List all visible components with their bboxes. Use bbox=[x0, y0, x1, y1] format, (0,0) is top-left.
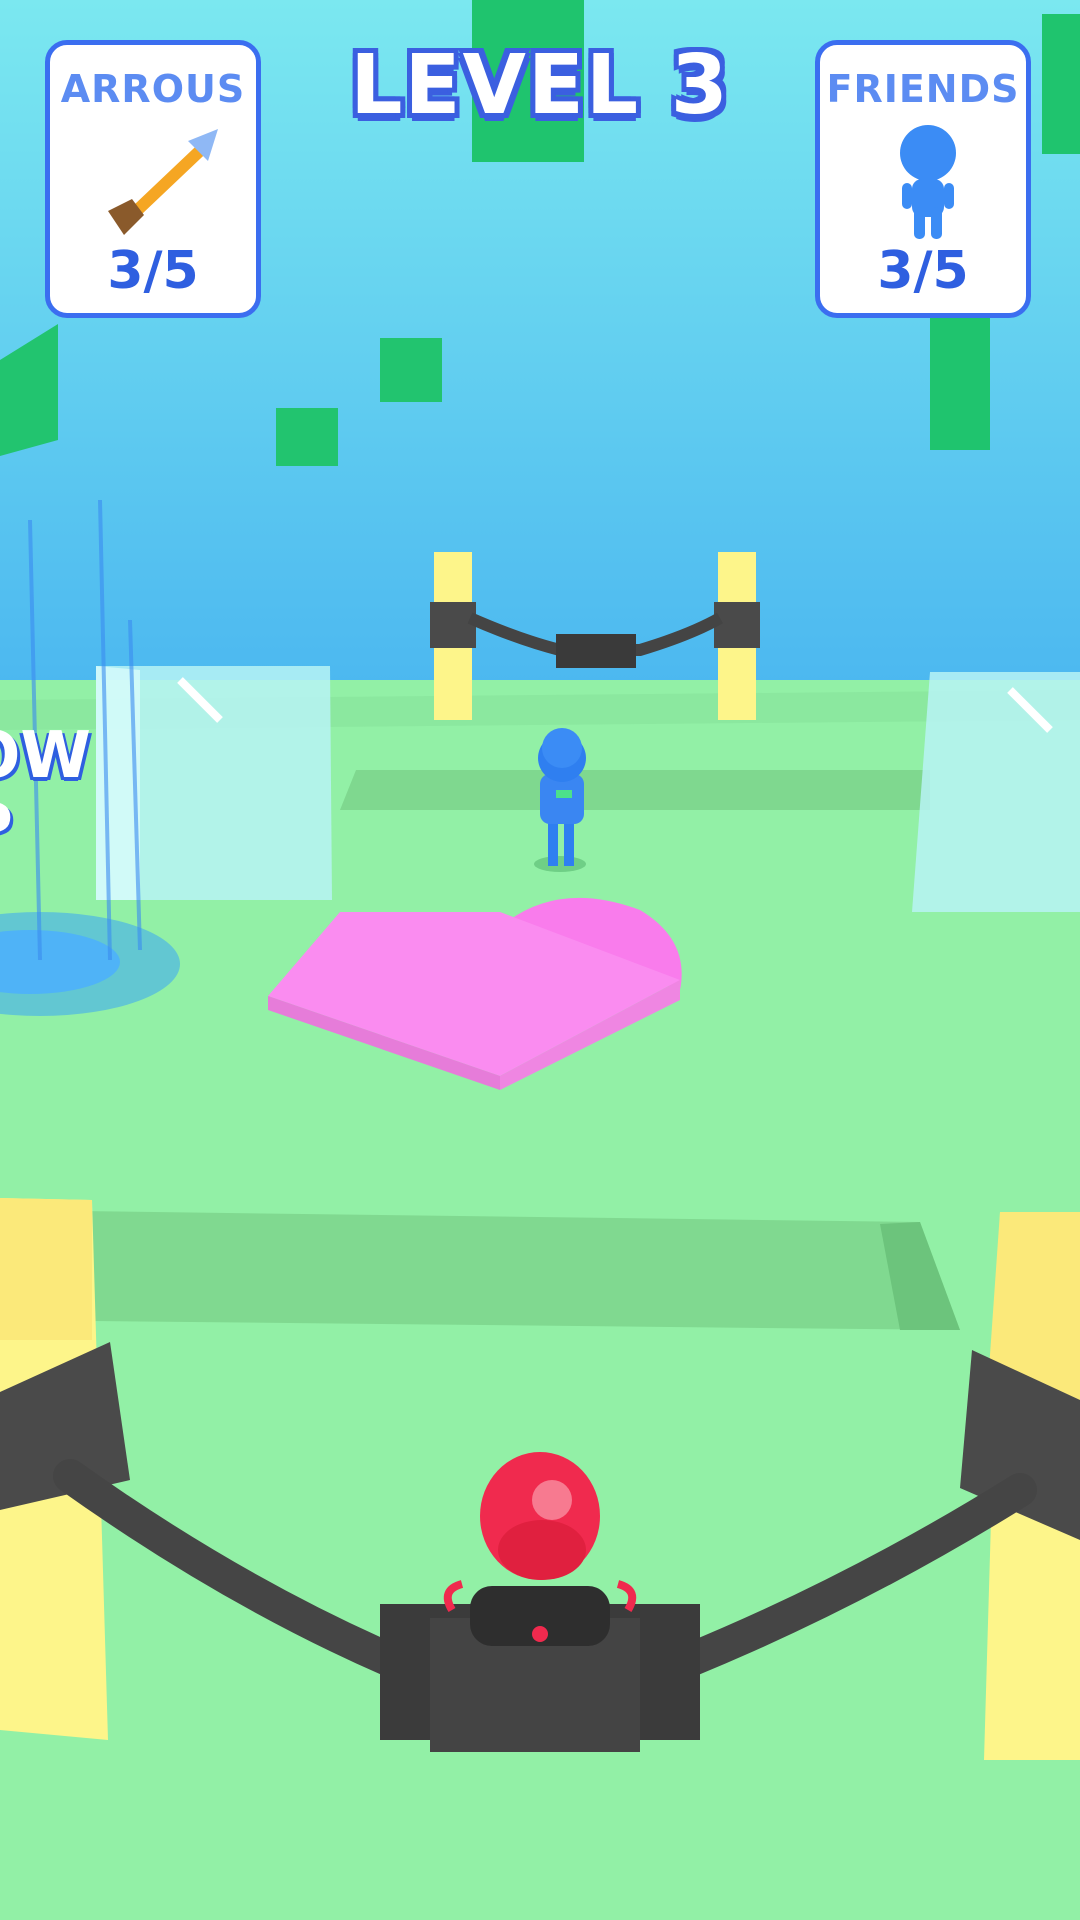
arrows-count: 3/5 bbox=[107, 241, 199, 301]
arrow-icon bbox=[108, 129, 218, 235]
friends-count: 3/5 bbox=[877, 241, 969, 301]
friends-label: FRIENDS bbox=[826, 67, 1020, 111]
friends-counter-card: FRIENDS 3/5 bbox=[815, 40, 1031, 318]
glass-box-right bbox=[912, 672, 1080, 912]
bow-powerup-sign: OW P bbox=[0, 720, 114, 864]
trench-far bbox=[340, 770, 930, 810]
bow-powerup-line1: OW bbox=[0, 720, 91, 793]
bow-powerup-line2: P bbox=[0, 792, 114, 864]
trench-near bbox=[0, 1210, 960, 1330]
person-icon bbox=[900, 125, 956, 239]
